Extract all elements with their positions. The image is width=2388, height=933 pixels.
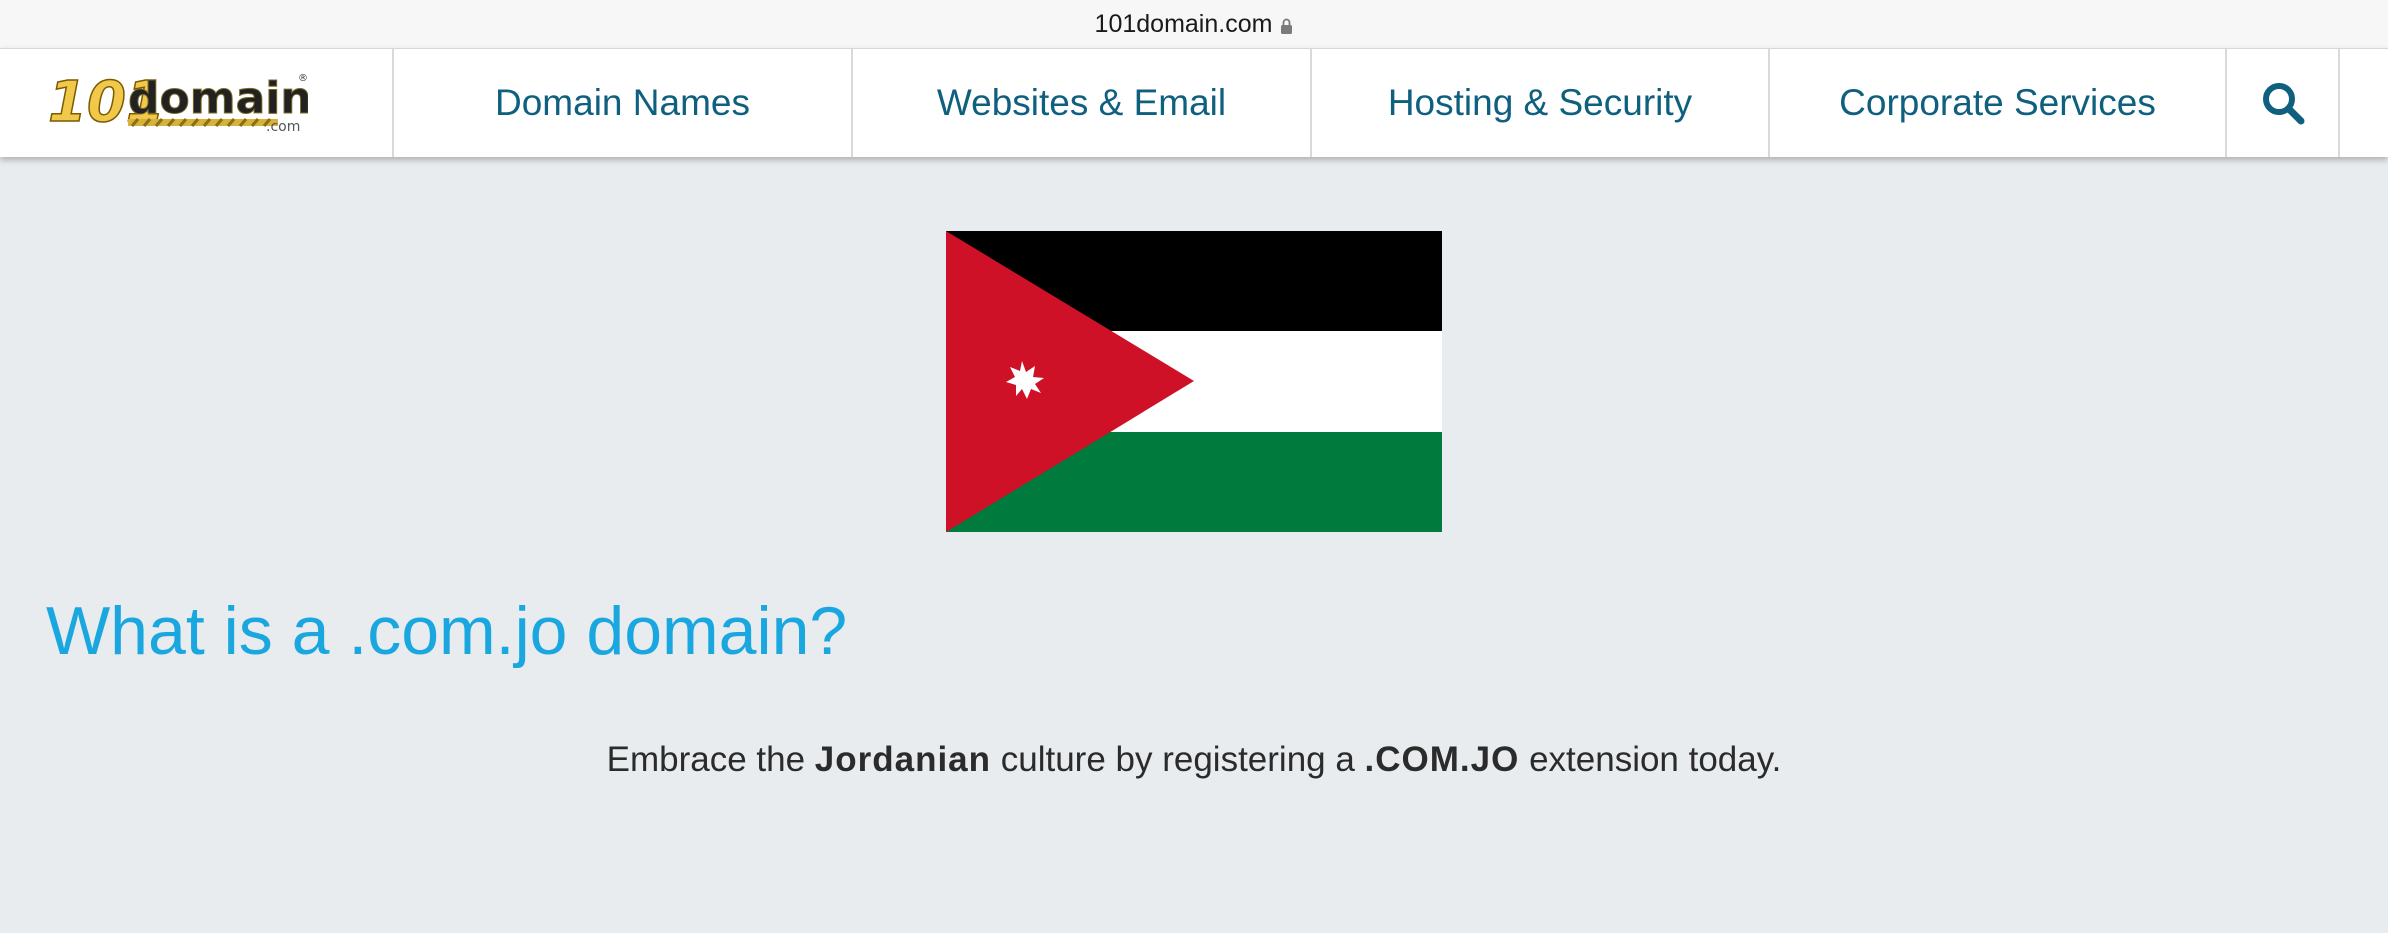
tagline-bold-jordanian: Jordanian	[814, 740, 992, 779]
tagline-part-2: culture by registering a	[991, 740, 1365, 779]
nav-label: Hosting & Security	[1387, 82, 1693, 123]
url-text: 101domain.com	[1094, 9, 1273, 38]
jordan-flag	[946, 231, 1442, 532]
search-icon	[2262, 83, 2304, 125]
nav-websites-email[interactable]: Websites & Email	[851, 49, 1310, 157]
logo-word: domain	[128, 73, 308, 124]
tagline-bold-extension: .COM.JO	[1364, 740, 1520, 779]
logo-registered: ®	[298, 73, 308, 84]
browser-url-bar[interactable]: 101domain.com	[0, 0, 2388, 48]
logo-stripes	[128, 118, 278, 127]
nav-hosting-security[interactable]: Hosting & Security	[1310, 49, 1768, 157]
tagline-part-1: Embrace the	[606, 740, 815, 779]
nav-label: Websites & Email	[936, 82, 1227, 123]
logo-suffix: .com	[266, 119, 300, 135]
site-header: 101 domain .com ® Domain Names Websites …	[0, 48, 2388, 157]
nav-domain-names[interactable]: Domain Names	[392, 49, 851, 157]
nav-label: Corporate Services	[1839, 82, 2156, 123]
nav-label: Domain Names	[495, 82, 750, 123]
nav-corporate-services[interactable]: Corporate Services	[1768, 49, 2225, 157]
tagline: Embrace the Jordanian culture by registe…	[0, 740, 2388, 780]
tagline-part-3: extension today.	[1519, 740, 1782, 779]
search-button[interactable]	[2225, 49, 2340, 157]
101domain-logo[interactable]: 101 domain .com ®	[46, 69, 308, 135]
lock-icon	[1281, 18, 1293, 34]
page-title: What is a .com.jo domain?	[46, 593, 848, 669]
